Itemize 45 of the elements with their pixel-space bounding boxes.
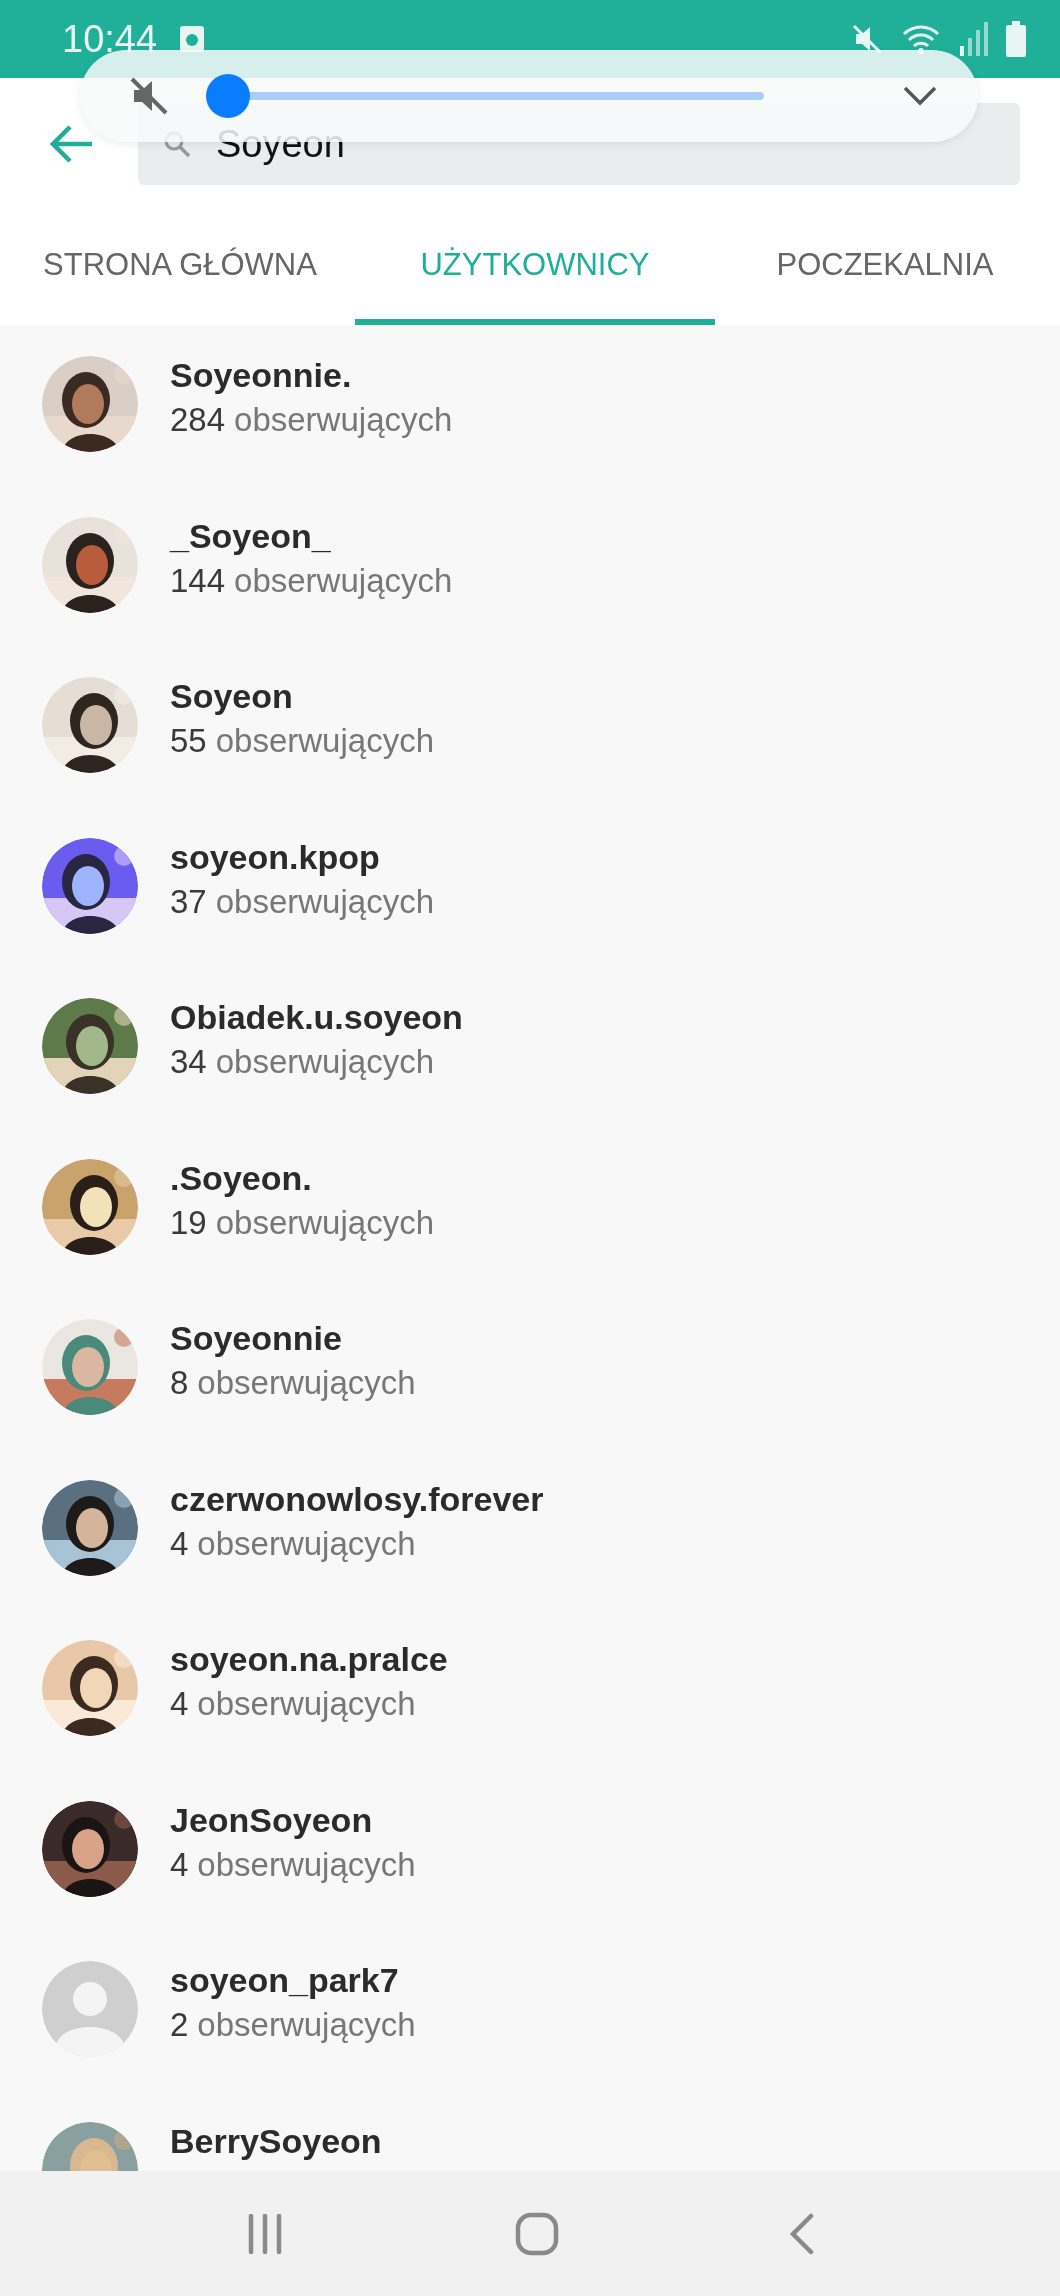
username[interactable]: Obiadek.u.soyeon bbox=[170, 998, 463, 1037]
followers-label: obserwujących bbox=[197, 1524, 416, 1563]
mute-icon[interactable] bbox=[128, 75, 170, 117]
followers-label: obserwujących bbox=[197, 1685, 416, 1723]
follower-count: 2 bbox=[170, 2006, 189, 2044]
username[interactable]: soyeon_park7 bbox=[170, 1961, 416, 2000]
back-icon[interactable] bbox=[789, 2212, 815, 2255]
followers-label: obserwujących bbox=[215, 1043, 434, 1081]
username[interactable]: soyeon.kpop bbox=[170, 837, 434, 877]
followers-label: obserwujących bbox=[197, 1364, 416, 1402]
username[interactable]: .Soyeon. bbox=[170, 1158, 434, 1198]
follower-count: 284 bbox=[170, 401, 226, 439]
status-time: 10:44 bbox=[62, 17, 158, 61]
username[interactable]: soyeon.na.pralce bbox=[170, 1640, 448, 1679]
followers-label: obserwujących bbox=[215, 722, 434, 760]
username[interactable]: Soyeonnie bbox=[170, 1319, 416, 1358]
followers-label: obserwujących bbox=[215, 1203, 434, 1242]
slider-thumb[interactable] bbox=[206, 74, 250, 118]
back-arrow-icon[interactable] bbox=[50, 124, 94, 164]
username[interactable]: BerrySoyeon bbox=[170, 2121, 382, 2161]
username[interactable]: JeonSoyeon bbox=[170, 1800, 416, 1840]
follower-count: 8 bbox=[170, 1364, 189, 1402]
followers-label: obserwujących bbox=[234, 401, 453, 439]
username[interactable]: Soyeon bbox=[170, 677, 434, 716]
notification-icon bbox=[179, 25, 206, 53]
follower-count: 34 bbox=[170, 1043, 207, 1081]
follower-count: 55 bbox=[170, 722, 207, 760]
followers-label: obserwujących bbox=[234, 561, 453, 600]
follower-count: 4 bbox=[170, 1845, 189, 1884]
chevron-down-icon[interactable] bbox=[902, 85, 938, 107]
follower-count: 4 bbox=[170, 1524, 189, 1563]
battery-icon bbox=[1006, 21, 1026, 57]
follower-count: 19 bbox=[170, 1203, 207, 1242]
home-icon[interactable] bbox=[515, 2211, 559, 2256]
username[interactable]: _Soyeon_ bbox=[170, 516, 453, 556]
username[interactable]: czerwonowlosy.forever bbox=[170, 1479, 544, 1519]
avatar-icon bbox=[42, 1961, 138, 2057]
signal-icon bbox=[958, 22, 988, 56]
username[interactable]: Soyeonnie. bbox=[170, 356, 453, 395]
follower-count: 4 bbox=[170, 1685, 189, 1723]
follower-count: 144 bbox=[170, 561, 226, 600]
followers-label: obserwujących bbox=[197, 1845, 416, 1884]
follower-count: 37 bbox=[170, 882, 207, 921]
followers-label: obserwujących bbox=[215, 882, 434, 921]
followers-label: obserwujących bbox=[197, 2006, 416, 2044]
